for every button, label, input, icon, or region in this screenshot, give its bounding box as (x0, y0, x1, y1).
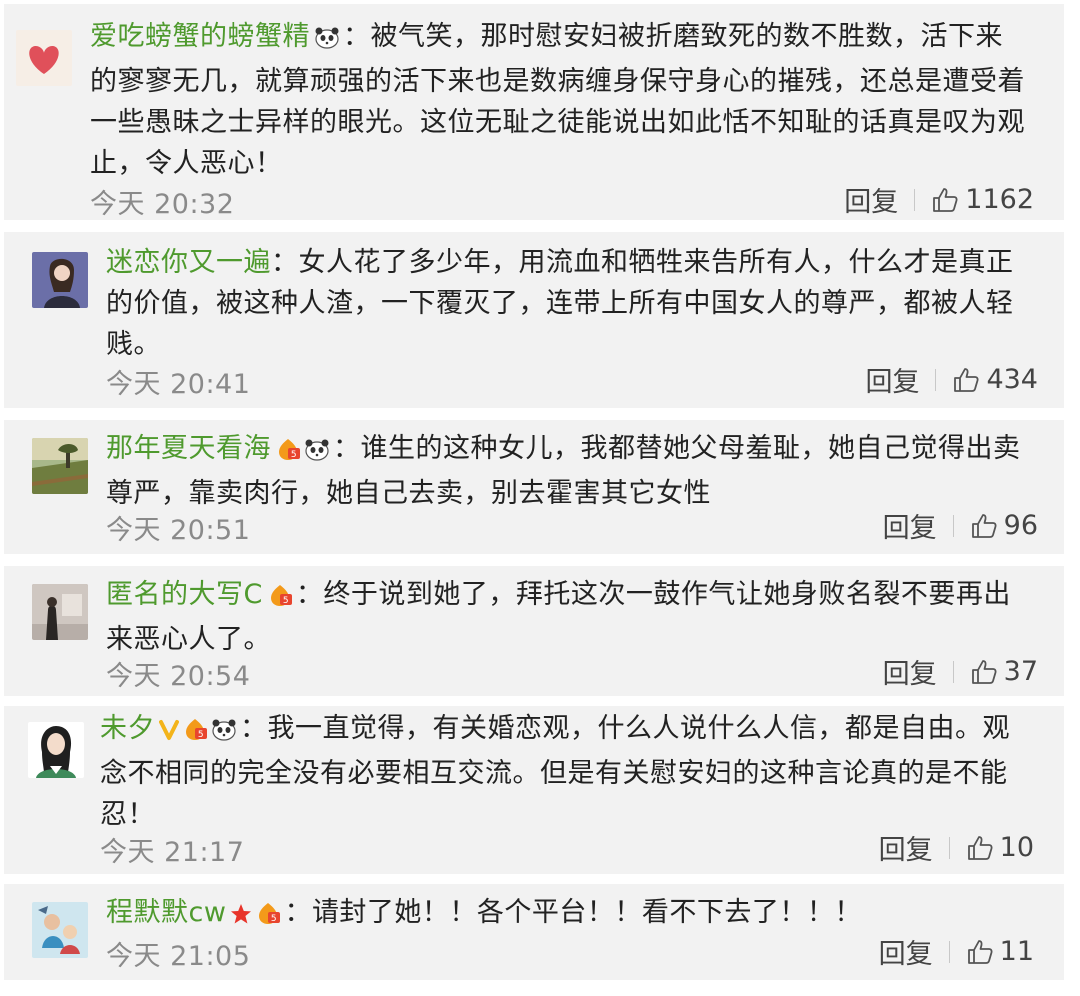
comment-time: 今天 21:17 (100, 837, 245, 868)
star-badge-icon (230, 896, 252, 937)
vip-badge-icon (159, 712, 179, 753)
thumbs-up-icon[interactable] (970, 658, 998, 686)
like-count: 96 (1003, 510, 1038, 541)
divider (914, 188, 916, 211)
thumbs-up-icon[interactable] (966, 834, 994, 862)
comment-text-block: 程默默cw 5 ：请封了她！！各个平台！！看不下去了！！！ (106, 892, 1036, 937)
comment-time: 今天 20:41 (106, 369, 251, 400)
level-badge-icon: 5 (267, 578, 293, 619)
comment-card: 迷恋你又一遍：女人花了多少年，用流血和牺牲来告所有人，什么才是真正的价值，被这种… (4, 232, 1064, 408)
like-count: 11 (999, 936, 1034, 967)
avatar[interactable] (32, 584, 88, 640)
avatar[interactable] (32, 438, 88, 494)
reply-button[interactable]: 回复 (865, 360, 919, 399)
avatar[interactable] (32, 902, 88, 958)
divider (952, 660, 954, 683)
comment-text: 请封了她！！各个平台！！看不下去了！！！ (311, 897, 862, 928)
comment-card: 那年夏天看海 5 ：谁生的这种女儿，我都替她父母羞耻，她自己觉得出卖尊严，靠卖肉行，… (4, 420, 1064, 554)
comment-text-block: 未夕 5 ：我一直觉得，有关婚恋观，什么人说什么人信，都是自由。观念不相同的完全没有… (100, 712, 1010, 830)
reply-button[interactable]: 回复 (883, 506, 937, 545)
comment-time: 今天 20:54 (106, 661, 251, 692)
like-count: 434 (986, 364, 1038, 395)
panda-badge-icon (304, 432, 330, 473)
comment-card: 爱吃螃蟹的螃蟹精 ：被气笑，那时慰安妇被折磨致死的数不胜数，活下来的寥寥无几，就算… (4, 4, 1064, 220)
like-count: 1162 (965, 184, 1034, 215)
reply-button[interactable]: 回复 (879, 932, 933, 971)
comment-card: 匿名的大写C 5 ：终于说到她了，拜托这次一鼓作气让她身败名裂不要再出来恶心人了。 … (4, 566, 1064, 696)
panda-badge-icon (314, 20, 340, 61)
comment-card: 未夕 5 ：我一直觉得，有关婚恋观，什么人说什么人信，都是自由。观念不相同的完全没有… (4, 706, 1064, 874)
username-link[interactable]: 未夕 (100, 713, 155, 744)
comment-text-block: 那年夏天看海 5 ：谁生的这种女儿，我都替她父母羞耻，她自己觉得出卖尊严，靠卖肉行，… (106, 432, 1021, 509)
svg-text:5: 5 (291, 450, 297, 460)
username-link[interactable]: 那年夏天看海 (106, 433, 271, 464)
thumbs-up-icon[interactable] (970, 512, 998, 540)
comment-actions: 回复 37 (883, 652, 1038, 691)
divider (948, 940, 950, 963)
comment-actions: 回复 10 (879, 828, 1034, 867)
reply-button[interactable]: 回复 (879, 828, 933, 867)
comment-actions: 回复 434 (865, 360, 1038, 399)
thumbs-up-icon[interactable] (952, 366, 980, 394)
level-badge-icon: 5 (275, 432, 301, 473)
username-link[interactable]: 匿名的大写C (106, 579, 263, 610)
comment-text-block: 匿名的大写C 5 ：终于说到她了，拜托这次一鼓作气让她身败名裂不要再出来恶心人了。 (106, 578, 1011, 655)
thumbs-up-icon[interactable] (931, 186, 959, 214)
svg-text:5: 5 (198, 730, 204, 740)
username-link[interactable]: 爱吃螃蟹的螃蟹精 (90, 21, 310, 52)
divider (935, 368, 937, 391)
level-badge-icon: 5 (255, 896, 281, 937)
reply-button[interactable]: 回复 (883, 652, 937, 691)
comment-text-block: 迷恋你又一遍：女人花了多少年，用流血和牺牲来告所有人，什么才是真正的价值，被这种… (106, 247, 1014, 360)
comment-text-block: 爱吃螃蟹的螃蟹精 ：被气笑，那时慰安妇被折磨致死的数不胜数，活下来的寥寥无几，就算… (90, 20, 1025, 179)
reply-button[interactable]: 回复 (844, 180, 898, 219)
comment-actions: 回复 1162 (844, 180, 1034, 219)
comment-time: 今天 21:05 (106, 941, 251, 972)
thumbs-up-icon[interactable] (966, 938, 994, 966)
svg-text:5: 5 (283, 596, 289, 606)
comment-time: 今天 20:51 (106, 515, 251, 546)
comment-time: 今天 20:32 (90, 189, 235, 220)
like-count: 37 (1003, 656, 1038, 687)
like-count: 10 (999, 832, 1034, 863)
username-link[interactable]: 程默默cw (106, 897, 226, 928)
comment-actions: 回复 11 (879, 932, 1034, 971)
panda-badge-icon (211, 712, 237, 753)
avatar[interactable] (16, 30, 72, 86)
divider (952, 514, 954, 537)
level-badge-icon: 5 (182, 712, 208, 753)
comment-card: 程默默cw 5 ：请封了她！！各个平台！！看不下去了！！！ 今天 21:05 回复 … (4, 884, 1064, 980)
avatar[interactable] (28, 722, 84, 778)
username-link[interactable]: 迷恋你又一遍 (106, 247, 271, 278)
svg-text:5: 5 (271, 914, 277, 924)
comment-actions: 回复 96 (883, 506, 1038, 545)
divider (948, 836, 950, 859)
avatar[interactable] (32, 252, 88, 308)
